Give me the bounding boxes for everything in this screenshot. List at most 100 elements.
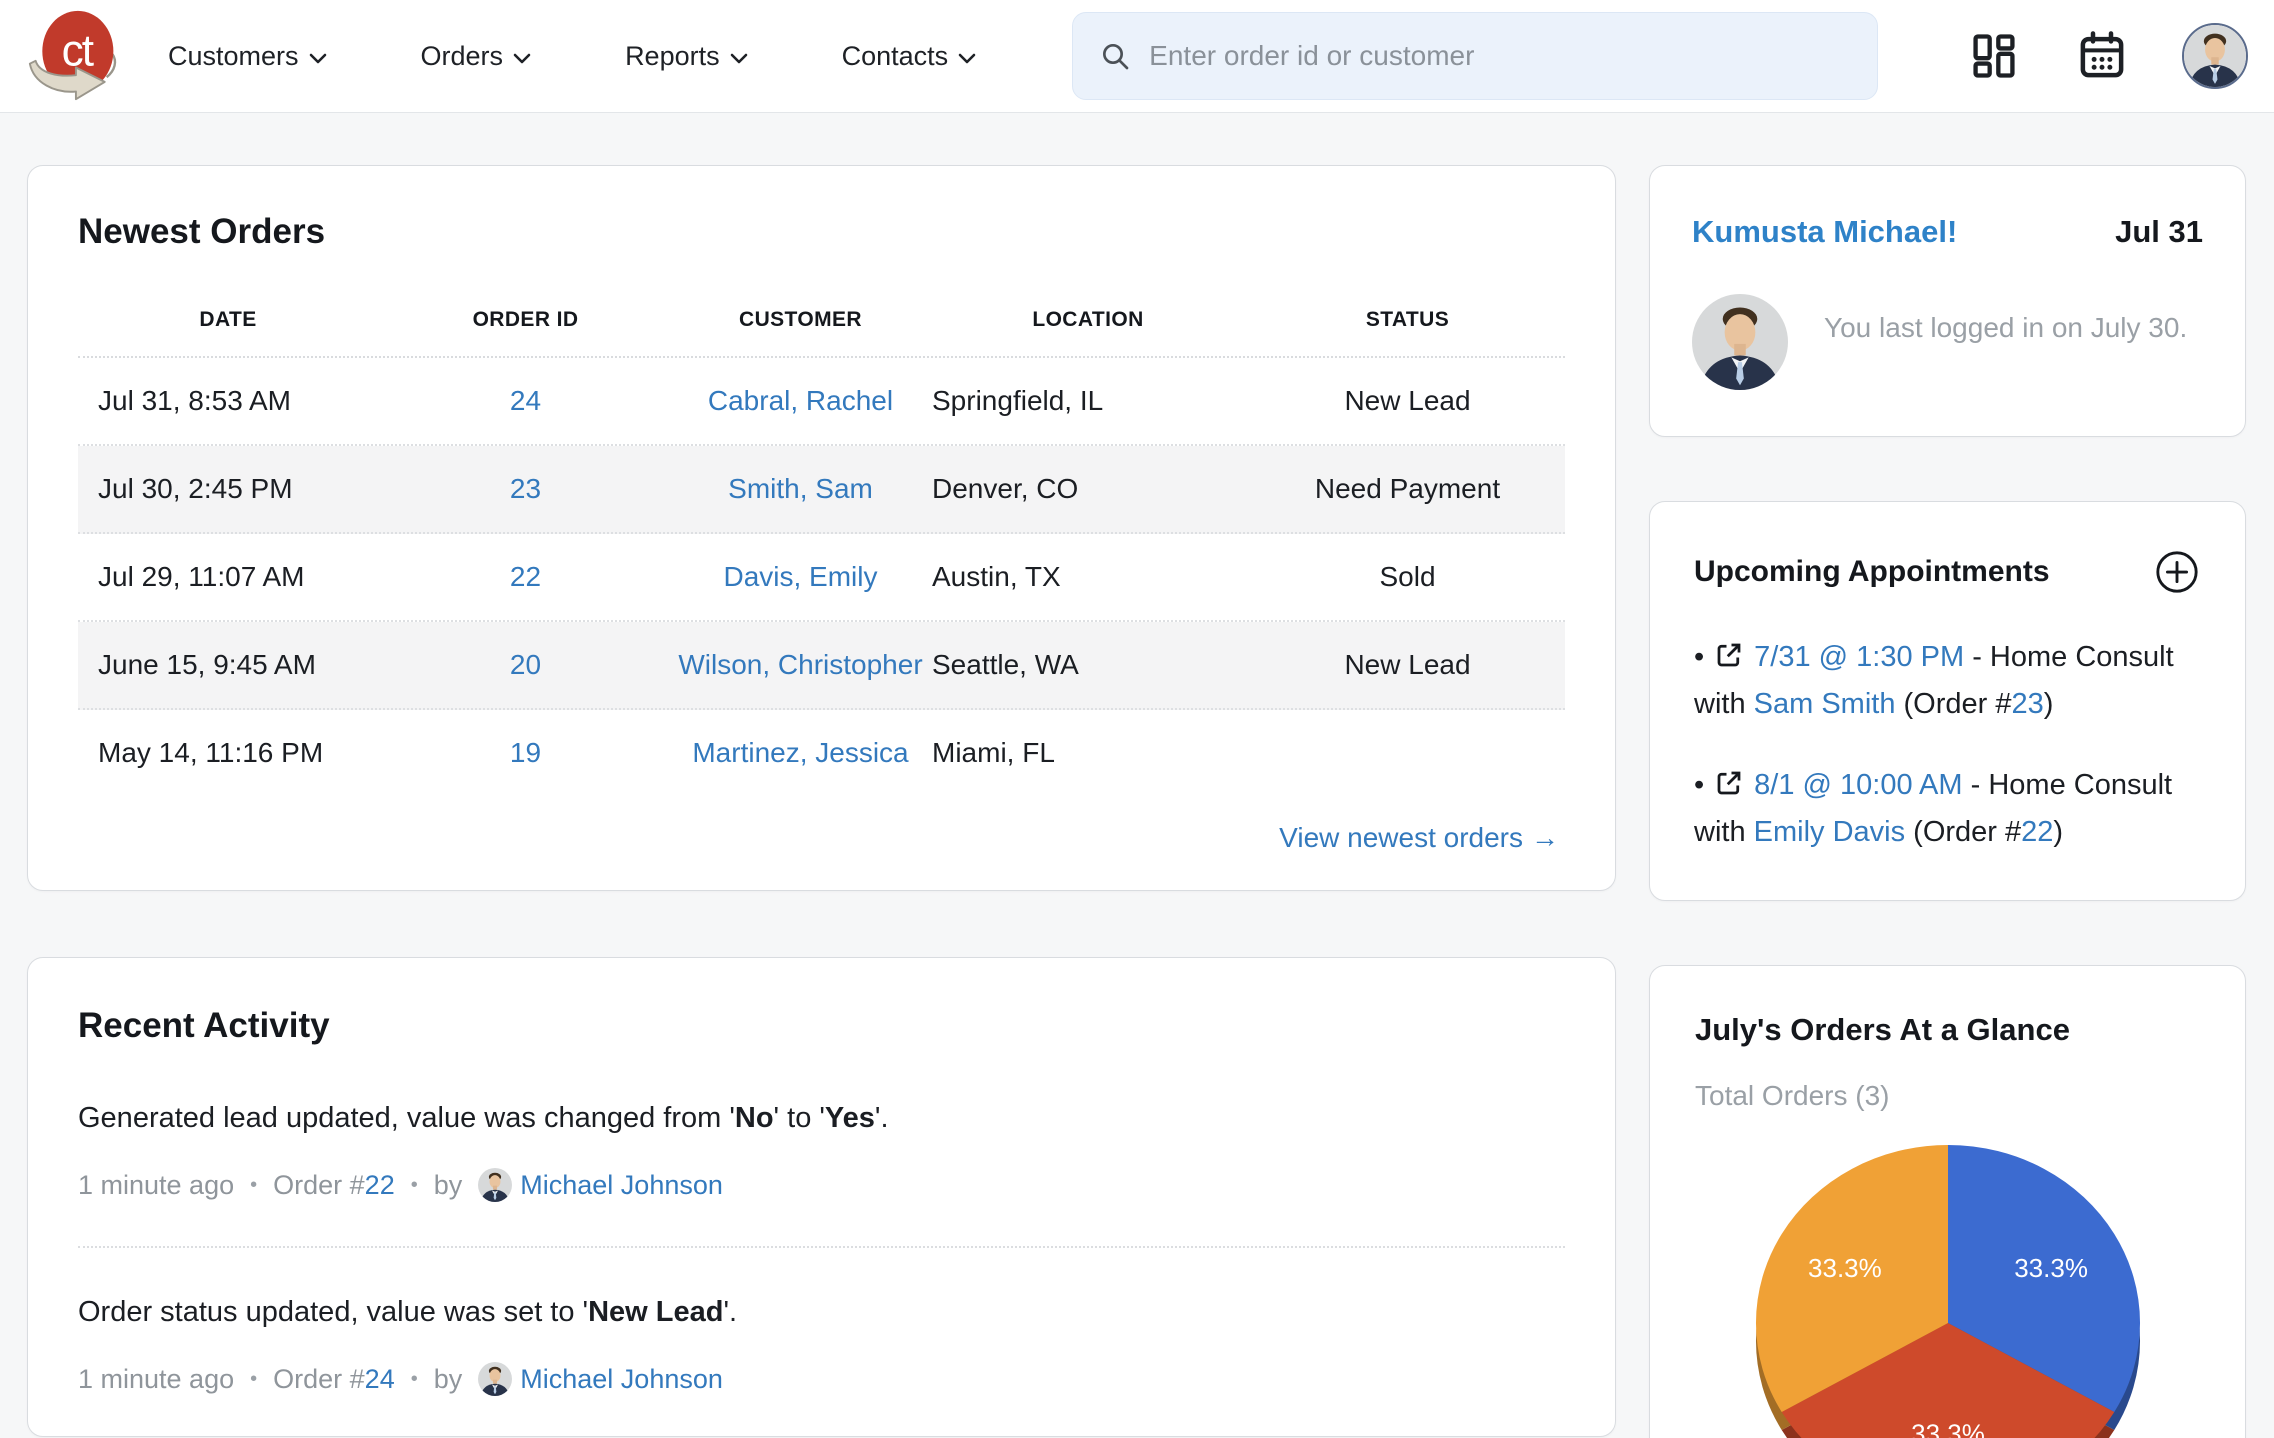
customer-link[interactable]: Smith, Sam bbox=[728, 473, 873, 504]
order-id-link[interactable]: 23 bbox=[510, 473, 541, 504]
cell-location: Springfield, IL bbox=[928, 382, 1248, 420]
arrow-right-icon: → bbox=[1531, 822, 1559, 853]
cell-customer: Davis, Emily bbox=[673, 558, 928, 596]
avatar-image bbox=[2184, 25, 2246, 87]
text-segment: ' to ' bbox=[774, 1102, 825, 1134]
text-segment: Generated lead updated, value was change… bbox=[78, 1102, 735, 1134]
nav-label: Contacts bbox=[842, 41, 949, 72]
calendar-icon bbox=[2075, 29, 2129, 83]
emphasized-text: New Lead bbox=[588, 1296, 723, 1328]
cell-date: Jul 29, 11:07 AM bbox=[78, 558, 378, 596]
recent-activity-card: Recent Activity Generated lead updated, … bbox=[27, 957, 1616, 1437]
cell-order-id: 20 bbox=[378, 646, 673, 684]
apps-grid-button[interactable] bbox=[1966, 28, 2022, 84]
add-appointment-button[interactable] bbox=[2153, 548, 2201, 596]
order-id-link[interactable]: 24 bbox=[365, 1364, 395, 1394]
order-id-link[interactable]: 22 bbox=[510, 561, 541, 592]
cell-status: New Lead bbox=[1248, 382, 1567, 420]
nav-item-contacts[interactable]: Contacts bbox=[842, 41, 977, 72]
cell-date: Jul 30, 2:45 PM bbox=[78, 470, 378, 508]
appointment-datetime-link[interactable]: 8/1 @ 10:00 AM bbox=[1754, 769, 1962, 801]
cell-location: Seattle, WA bbox=[928, 646, 1248, 684]
cell-location: Miami, FL bbox=[928, 734, 1248, 772]
appointment-item: •7/31 @ 1:30 PM - Home Consult with Sam … bbox=[1694, 634, 2201, 728]
top-nav: ct Customers Orders Reports Contacts bbox=[0, 0, 2274, 113]
chevron-down-icon bbox=[513, 53, 531, 64]
order-id-link[interactable]: 24 bbox=[510, 385, 541, 416]
emphasized-text: Yes bbox=[825, 1102, 875, 1134]
cell-customer: Cabral, Rachel bbox=[673, 382, 928, 420]
avatar-image bbox=[478, 1168, 512, 1202]
user-link[interactable]: Michael Johnson bbox=[520, 1170, 723, 1201]
avatar-image bbox=[478, 1362, 512, 1396]
dashboard: Newest Orders DATEORDER IDCUSTOMERLOCATI… bbox=[0, 113, 2274, 1438]
cell-status: Sold bbox=[1248, 558, 1567, 596]
appointment-order-link[interactable]: 23 bbox=[2012, 688, 2044, 720]
customer-link[interactable]: Wilson, Christopher bbox=[678, 649, 922, 680]
app-logo[interactable]: ct bbox=[26, 8, 122, 104]
nav-item-orders[interactable]: Orders bbox=[421, 41, 532, 72]
greeting-date: Jul 31 bbox=[2115, 214, 2203, 250]
table-row: Jul 31, 8:53 AM 24 Cabral, Rachel Springfie… bbox=[78, 358, 1565, 446]
user-avatar[interactable] bbox=[2182, 23, 2248, 89]
cell-date: June 15, 9:45 AM bbox=[78, 646, 378, 684]
appointment-order-link[interactable]: 22 bbox=[2021, 816, 2053, 848]
greeting-avatar bbox=[1692, 294, 1788, 390]
cell-status: Need Payment bbox=[1248, 470, 1567, 508]
orders-table-header: DATEORDER IDCUSTOMERLOCATIONSTATUS bbox=[78, 308, 1565, 358]
appointment-customer-link[interactable]: Sam Smith bbox=[1754, 688, 1896, 720]
column-header-status: STATUS bbox=[1248, 308, 1567, 332]
pie-chart: 33.3%33.3%33.3% bbox=[1695, 1136, 2200, 1438]
customer-link[interactable]: Davis, Emily bbox=[723, 561, 877, 592]
chart-subtitle: Total Orders (3) bbox=[1695, 1080, 2200, 1112]
last-login-text: You last logged in on July 30. bbox=[1824, 312, 2187, 390]
customer-link[interactable]: Cabral, Rachel bbox=[708, 385, 893, 416]
order-id-link[interactable]: 22 bbox=[365, 1170, 395, 1200]
order-id-link[interactable]: 19 bbox=[510, 737, 541, 768]
nav-item-customers[interactable]: Customers bbox=[168, 41, 327, 72]
text-segment: ) bbox=[2053, 816, 2063, 848]
separator-dot: • bbox=[250, 1368, 257, 1391]
table-row: Jul 29, 11:07 AM22Davis, EmilyAustin, TX… bbox=[78, 534, 1565, 622]
column-header-order-id: ORDER ID bbox=[378, 308, 673, 332]
appointment-datetime-link[interactable]: 7/31 @ 1:30 PM bbox=[1754, 641, 1964, 673]
cell-date: May 14, 11:16 PM bbox=[78, 734, 378, 772]
text-segment: (Order # bbox=[1895, 688, 2011, 720]
activity-meta: 1 minute ago•Order #24•byMichael Johnson bbox=[78, 1362, 1565, 1396]
cell-order-id: 24 bbox=[378, 382, 673, 420]
nav-label: Orders bbox=[421, 41, 504, 72]
view-newest-orders-link[interactable]: View newest orders → bbox=[1279, 822, 1559, 853]
user-link[interactable]: Michael Johnson bbox=[520, 1364, 723, 1395]
column-header-date: DATE bbox=[78, 308, 378, 332]
column-header-location: LOCATION bbox=[928, 308, 1248, 332]
calendar-button[interactable] bbox=[2074, 28, 2130, 84]
activity-text: Order status updated, value was set to '… bbox=[78, 1292, 1565, 1332]
activity-item: Order status updated, value was set to '… bbox=[78, 1292, 1565, 1396]
text-segment: Order status updated, value was set to ' bbox=[78, 1296, 588, 1328]
order-id-link[interactable]: 20 bbox=[510, 649, 541, 680]
separator-dot: • bbox=[411, 1368, 418, 1391]
search-bar bbox=[1072, 12, 1878, 100]
main-column: Newest Orders DATEORDER IDCUSTOMERLOCATI… bbox=[27, 165, 1616, 1437]
nav-item-reports[interactable]: Reports bbox=[625, 41, 748, 72]
bullet-dot: • bbox=[1694, 769, 1704, 801]
chart-title: July's Orders At a Glance bbox=[1695, 1012, 2200, 1048]
chevron-down-icon bbox=[958, 53, 976, 64]
appointment-customer-link[interactable]: Emily Davis bbox=[1754, 816, 1905, 848]
chevron-down-icon bbox=[309, 53, 327, 64]
cell-date: Jul 31, 8:53 AM bbox=[78, 382, 378, 420]
customer-link[interactable]: Martinez, Jessica bbox=[692, 737, 908, 768]
orders-card-footer: View newest orders → bbox=[78, 822, 1565, 854]
activity-timestamp: 1 minute ago bbox=[78, 1170, 234, 1201]
orders-card-title: Newest Orders bbox=[78, 212, 1565, 252]
search-input[interactable] bbox=[1149, 40, 1851, 72]
activity-card-title: Recent Activity bbox=[78, 1006, 1565, 1046]
external-link-icon bbox=[1714, 768, 1744, 798]
bullet-dot: • bbox=[1694, 641, 1704, 673]
nav-label: Reports bbox=[625, 41, 720, 72]
main-nav: Customers Orders Reports Contacts bbox=[168, 41, 976, 72]
view-newest-orders-label: View newest orders bbox=[1279, 822, 1523, 853]
plus-circle-icon bbox=[2154, 549, 2200, 595]
cell-status: New Lead bbox=[1248, 646, 1567, 684]
activity-meta: 1 minute ago•Order #22•byMichael Johnson bbox=[78, 1168, 1565, 1202]
